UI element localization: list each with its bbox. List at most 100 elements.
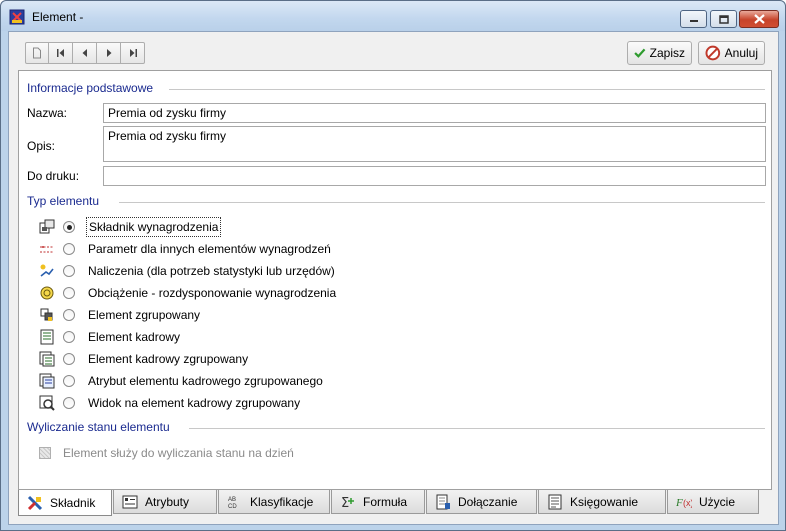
tab-uzycie[interactable]: F(x) Użycie: [667, 490, 759, 514]
section-divider: [189, 428, 765, 429]
type-option-salary-component[interactable]: Składnik wynagrodzenia: [39, 217, 222, 237]
tab-label: Księgowanie: [570, 494, 639, 509]
radio-button[interactable]: [63, 331, 75, 343]
window-title: Element -: [32, 10, 84, 24]
tab-skladnik[interactable]: Składnik: [18, 490, 112, 516]
tab-label: Atrybuty: [145, 494, 190, 509]
attributes-tab-icon: [122, 495, 138, 508]
component-tab-icon: [27, 495, 43, 510]
hr-grouped-icon: [39, 351, 55, 367]
element-window: Element - Zapisz Anuluj Informacje podst…: [0, 0, 786, 531]
name-label: Nazwa:: [27, 106, 68, 120]
state-calc-checkbox: [39, 447, 51, 459]
description-field[interactable]: Premia od zysku firmy: [103, 126, 766, 162]
state-calc-title: Wyliczanie stanu elementu: [27, 420, 176, 434]
radio-button[interactable]: [63, 221, 75, 233]
maximize-icon: [718, 14, 729, 24]
radio-button[interactable]: [63, 287, 75, 299]
radio-button[interactable]: [63, 243, 75, 255]
type-option-grouped[interactable]: Element zgrupowany: [39, 305, 202, 325]
page-icon: [33, 47, 41, 59]
record-navigation: [25, 42, 145, 64]
type-option-hr-element[interactable]: Element kadrowy: [39, 327, 182, 347]
state-calc-checkbox-row: Element służy do wyliczania stanu na dzi…: [39, 446, 294, 460]
close-button[interactable]: [739, 10, 779, 28]
salary-component-icon: [39, 219, 55, 234]
charge-icon: [40, 286, 54, 300]
last-icon: [129, 49, 137, 57]
description-label: Opis:: [27, 139, 56, 153]
close-icon: [753, 14, 765, 24]
type-option-parameter[interactable]: Parametr dla innych elementów wynagrodze…: [39, 239, 333, 259]
tab-dolaczanie[interactable]: Dołączanie: [426, 490, 537, 514]
attach-tab-icon: [436, 494, 450, 509]
parameter-icon: [40, 246, 54, 253]
grouped-element-icon: [40, 308, 53, 321]
option-label: Obciążenie - rozdysponowanie wynagrodzen…: [88, 286, 337, 300]
option-label: Naliczenia (dla potrzeb statystyki lub u…: [88, 264, 335, 278]
prev-record-button[interactable]: [73, 42, 97, 64]
type-option-hr-grouped[interactable]: Element kadrowy zgrupowany: [39, 349, 250, 369]
minimize-button[interactable]: [680, 10, 707, 28]
tab-label: Użycie: [699, 494, 736, 509]
tab-formula[interactable]: Σ Formuła: [331, 490, 425, 514]
svg-text:AB: AB: [228, 497, 236, 503]
last-record-button[interactable]: [121, 42, 145, 64]
tab-label: Formuła: [363, 494, 408, 509]
type-option-charge[interactable]: Obciążenie - rozdysponowanie wynagrodzen…: [39, 283, 338, 303]
radio-button[interactable]: [63, 265, 75, 277]
first-record-button[interactable]: [49, 42, 73, 64]
classification-tab-icon: ABCD: [228, 497, 237, 510]
app-icon: [9, 9, 25, 25]
title-bar[interactable]: Element -: [1, 1, 785, 31]
hr-view-icon: [39, 395, 55, 411]
section-divider: [169, 89, 765, 90]
first-icon: [56, 49, 64, 57]
type-option-hr-attribute[interactable]: Atrybut elementu kadrowego zgrupowanego: [39, 371, 325, 391]
calculation-icon: [40, 264, 54, 277]
radio-button[interactable]: [63, 353, 75, 365]
tab-strip: Składnik Atrybuty AB CD Klasyfikacje Σ Fo…: [18, 490, 760, 516]
element-type-title: Typ elementu: [27, 194, 106, 208]
state-calc-label: Element służy do wyliczania stanu na dzi…: [63, 446, 294, 460]
radio-button[interactable]: [63, 397, 75, 409]
radio-button[interactable]: [63, 375, 75, 387]
type-option-hr-view[interactable]: Widok na element kadrowy zgrupowany: [39, 393, 302, 413]
cancel-label: Anuluj: [724, 46, 758, 60]
cancel-button[interactable]: Anuluj: [698, 41, 765, 65]
save-button[interactable]: Zapisz: [627, 41, 692, 65]
checkmark-icon: [634, 48, 646, 58]
svg-text:(x): (x): [683, 498, 692, 508]
section-divider: [119, 202, 765, 203]
type-option-calculation[interactable]: Naliczenia (dla potrzeb statystyki lub u…: [39, 261, 337, 281]
next-record-button[interactable]: [97, 42, 121, 64]
prev-icon: [82, 49, 87, 57]
hr-attribute-icon: [39, 373, 55, 389]
option-label: Atrybut elementu kadrowego zgrupowanego: [88, 374, 323, 388]
option-label: Widok na element kadrowy zgrupowany: [88, 396, 301, 410]
tab-atrybuty[interactable]: Atrybuty: [113, 490, 217, 514]
option-label: Element zgrupowany: [88, 308, 201, 322]
usage-tab-icon: F(x): [676, 497, 692, 509]
option-label: Element kadrowy: [88, 330, 181, 344]
maximize-button[interactable]: [710, 10, 737, 28]
option-label: Składnik wynagrodzenia: [86, 217, 222, 237]
tab-ksiegowanie[interactable]: Księgowanie: [538, 490, 666, 514]
name-field[interactable]: [103, 103, 766, 123]
svg-text:CD: CD: [228, 504, 237, 510]
tab-label: Klasyfikacje: [250, 494, 314, 509]
tab-klasyfikacje[interactable]: AB CD Klasyfikacje: [218, 490, 330, 514]
svg-text:F: F: [676, 497, 683, 509]
formula-tab-icon: Σ: [341, 496, 354, 510]
tab-label: Składnik: [50, 495, 96, 510]
cancel-icon: [705, 45, 721, 61]
print-field[interactable]: [103, 166, 766, 186]
component-panel: Informacje podstawowe Nazwa: Opis: Premi…: [18, 70, 772, 490]
radio-button[interactable]: [63, 309, 75, 321]
accounting-tab-icon: [548, 494, 562, 509]
option-label: Parametr dla innych elementów wynagrodze…: [88, 242, 331, 256]
tab-label: Dołączanie: [458, 494, 518, 509]
option-label: Element kadrowy zgrupowany: [88, 352, 249, 366]
new-record-button[interactable]: [25, 42, 49, 64]
print-label: Do druku:: [27, 169, 80, 183]
